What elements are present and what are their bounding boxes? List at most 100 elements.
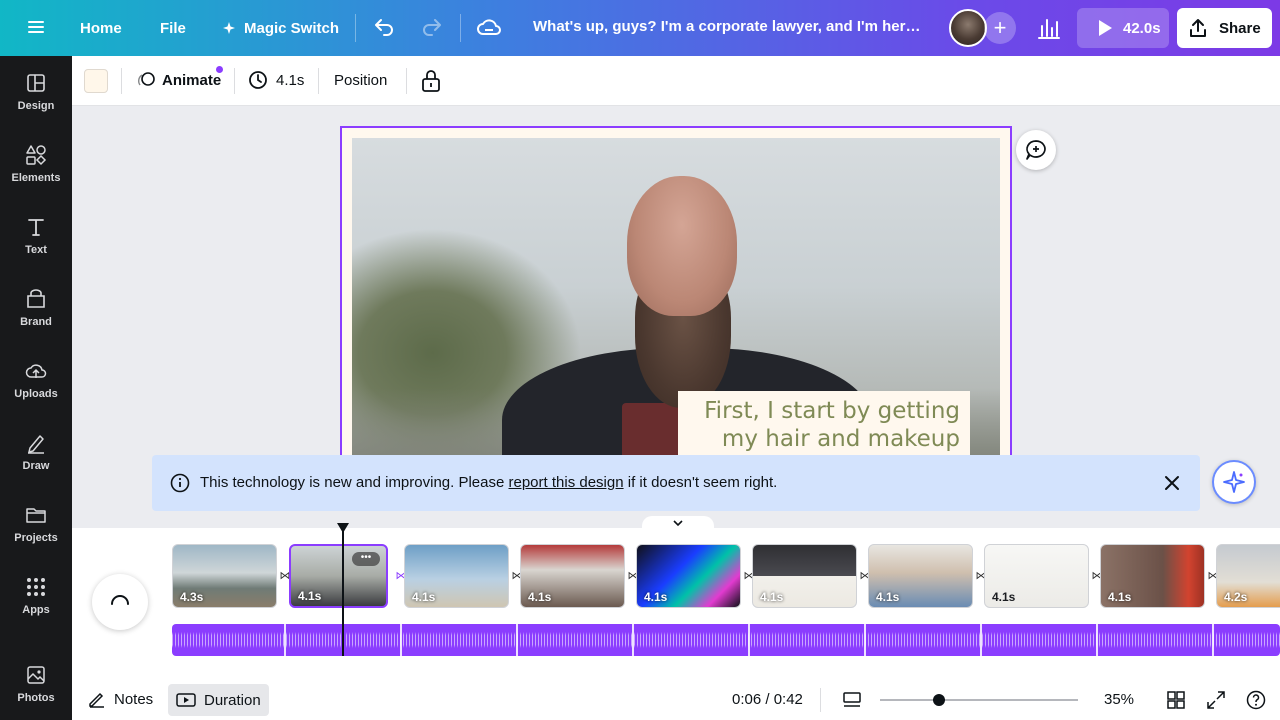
rail-label: Design [17,100,55,112]
help-icon[interactable] [1246,690,1266,710]
user-avatar[interactable] [949,9,987,47]
draw-icon [28,435,44,454]
banner-text-end: if it doesn't seem right. [623,474,778,491]
design-page[interactable]: First, I start by getting my hair and ma… [340,126,1012,466]
rail-label: Draw [22,460,50,472]
timeline-clip[interactable]: 4.2s [1216,544,1280,608]
timeline-clip[interactable]: 4.1s ••• [289,544,388,608]
photo-person-head [627,176,737,316]
timeline-clip[interactable]: 4.1s [984,544,1089,608]
notes-button[interactable]: Notes [88,690,153,708]
close-icon[interactable] [1162,473,1182,493]
timeline-clip[interactable]: 4.1s [636,544,741,608]
timeline-clip[interactable]: 4.3s [172,544,277,608]
left-rail: Design Elements Text Brand Uploads Draw … [0,56,72,720]
duration-button[interactable]: Duration [168,684,269,716]
audio-segment-divider [980,624,982,656]
timeline-clip[interactable]: 4.1s [752,544,857,608]
add-collaborator-button[interactable]: + [984,12,1016,44]
zoom-slider-track[interactable] [880,699,1078,701]
animate-label: Animate [162,71,222,89]
playhead-handle-icon[interactable] [336,522,350,534]
grid-view-icon[interactable] [1166,690,1186,710]
timing-button[interactable]: 4.1s [248,70,304,90]
duration-label: Duration [204,691,261,709]
rail-item-apps[interactable]: Apps [0,564,72,628]
lock-icon[interactable] [420,68,442,94]
clip-duration: 4.1s [876,590,900,604]
share-button[interactable]: Share [1177,8,1272,48]
background-color-swatch[interactable] [84,69,108,93]
magic-switch-button[interactable]: Magic Switch [222,8,339,48]
magic-assistant-button[interactable] [1212,460,1256,504]
rail-item-photos[interactable]: Photos [0,652,72,716]
home-button[interactable]: Home [80,8,122,48]
loading-spinner[interactable] [92,574,148,630]
banner-message: This technology is new and improving. Pl… [200,474,777,491]
sparkle-icon [1223,471,1245,493]
rail-label: Projects [14,532,58,544]
divider [406,68,407,94]
divider [355,14,356,42]
zoom-slider-handle[interactable] [933,694,946,706]
divider [460,14,461,42]
clip-duration: 4.1s [412,590,436,604]
redo-icon[interactable] [420,16,444,40]
comment-icon [1026,140,1046,160]
timeline-clip[interactable]: 4.1s [404,544,509,608]
rail-item-elements[interactable]: Elements [0,132,72,196]
clip-more-options-icon[interactable]: ••• [352,552,380,566]
clip-duration: 4.1s [760,590,784,604]
divider [820,688,821,712]
footer-bar: Notes Duration 0:06 / 0:42 35% [72,680,1280,720]
projects-icon [26,508,46,523]
zoom-level[interactable]: 35% [1104,691,1134,708]
rail-label: Uploads [14,388,58,400]
cloud-sync-icon[interactable] [476,16,502,40]
menu-icon[interactable] [24,18,48,38]
file-menu-button[interactable]: File [160,8,186,48]
clip-duration: 4.1s [644,590,668,604]
clip-strip: 4.3s ⋈ 4.1s ••• ⋈ 4.1s ⋈ 4.1s ⋈ 4.1s ⋈ 4.1s ⋈ 4.1s ⋈ 4.… [172,544,1280,610]
crown-icon [223,22,235,34]
rail-label: Photos [17,692,55,704]
play-button[interactable]: 42.0s [1077,8,1169,48]
rail-item-text[interactable]: Text [0,204,72,268]
rail-item-design[interactable]: Design [0,60,72,124]
play-icon [1099,20,1112,36]
context-toolbar: Animate 4.1s Position [72,56,1280,106]
clip-duration: 4.1s [298,589,322,603]
report-design-link[interactable]: report this design [509,474,624,491]
elements-icon [26,145,47,166]
undo-icon[interactable] [372,16,396,40]
page-layout-icon[interactable] [842,690,862,710]
uploads-icon [25,364,47,378]
timeline-panel: 4.3s ⋈ 4.1s ••• ⋈ 4.1s ⋈ 4.1s ⋈ 4.1s ⋈ 4.1s ⋈ 4.1s ⋈ 4.… [72,516,1280,680]
rail-item-brand[interactable]: Brand [0,276,72,340]
rail-item-uploads[interactable]: Uploads [0,348,72,412]
animate-button[interactable]: Animate [136,70,221,90]
collapse-timeline-button[interactable] [642,516,714,530]
rail-label: Elements [11,172,61,184]
rail-item-projects[interactable]: Projects [0,492,72,556]
timeline-clip[interactable]: 4.1s [868,544,973,608]
design-title[interactable]: What's up, guys? I'm a corporate lawyer,… [533,18,928,35]
position-button[interactable]: Position [334,72,387,89]
fullscreen-icon[interactable] [1206,690,1226,710]
audio-segment-divider [864,624,866,656]
clip-duration: 4.3s [180,590,204,604]
rail-item-draw[interactable]: Draw [0,420,72,484]
add-comment-button[interactable] [1016,130,1056,170]
divider [234,68,235,94]
playhead-line[interactable] [342,528,344,656]
timeline-clip[interactable]: 4.1s [1100,544,1205,608]
magic-switch-label: Magic Switch [244,19,340,37]
insights-chart-icon[interactable] [1036,12,1062,44]
timeline-clip[interactable]: 4.1s [520,544,625,608]
audio-track[interactable] [172,624,1280,656]
notes-icon [89,692,104,708]
audio-segment-divider [632,624,634,656]
rail-label: Text [25,244,47,256]
share-icon [1190,19,1206,37]
chevron-down-icon [673,520,683,527]
